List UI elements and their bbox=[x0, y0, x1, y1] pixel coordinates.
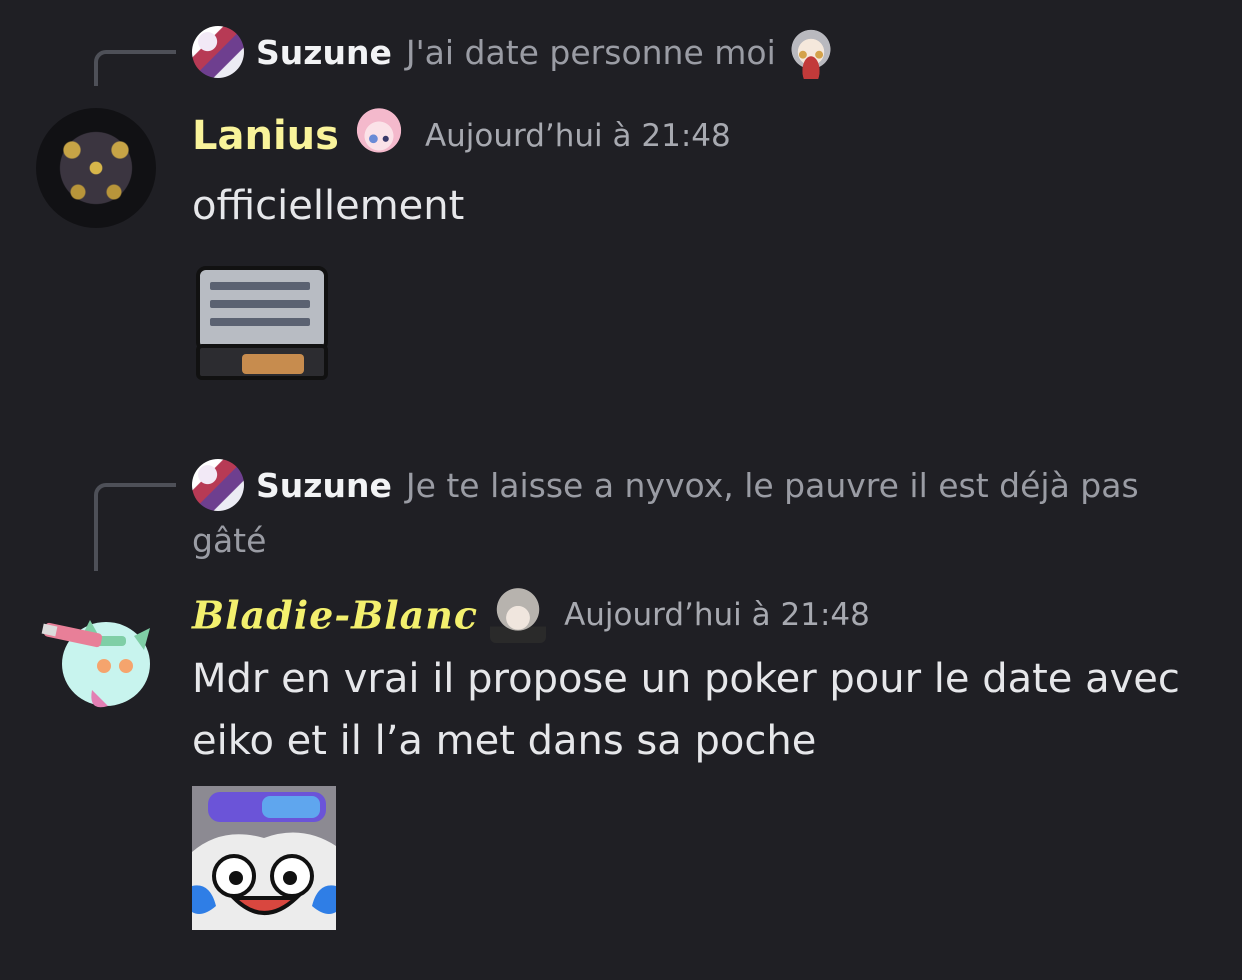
author-name[interactable]: Bladie-Blanc bbox=[192, 593, 478, 638]
custom-emoji[interactable] bbox=[783, 24, 838, 79]
reply-preview[interactable]: Suzune Je te laisse a nyvox, le pauvre il… bbox=[192, 458, 1202, 568]
notepad-hand bbox=[242, 354, 304, 374]
user-avatar[interactable] bbox=[36, 594, 156, 714]
notepad-sticker[interactable] bbox=[192, 262, 336, 382]
reply-author-name[interactable]: Suzune bbox=[256, 33, 392, 72]
notepad-line bbox=[210, 318, 310, 326]
reply-connector bbox=[94, 50, 176, 86]
laughing-face-sticker[interactable] bbox=[192, 786, 336, 930]
user-avatar[interactable] bbox=[36, 108, 156, 228]
message-content: Mdr en vrai il propose un poker pour le … bbox=[192, 656, 1180, 764]
chat-log: Suzune J'ai date personne moi Lanius Aujou… bbox=[0, 0, 1242, 980]
message-header: Bladie-Blanc Aujourd’hui à 21:48 bbox=[192, 587, 870, 643]
reply-author-avatar[interactable] bbox=[192, 458, 244, 511]
message-header: Lanius Aujourd’hui à 21:48 bbox=[192, 108, 731, 164]
notepad-line bbox=[210, 282, 310, 290]
role-icon[interactable] bbox=[350, 108, 407, 164]
reply-author-avatar[interactable] bbox=[192, 25, 244, 78]
author-name[interactable]: Lanius bbox=[192, 113, 339, 159]
notepad-paper bbox=[196, 266, 328, 352]
reply-author-name[interactable]: Suzune bbox=[256, 466, 392, 505]
laughing-face-icon bbox=[192, 786, 336, 930]
timestamp[interactable]: Aujourd’hui à 21:48 bbox=[425, 118, 731, 154]
role-icon[interactable] bbox=[490, 587, 547, 643]
reply-preview[interactable]: Suzune J'ai date personne moi bbox=[192, 24, 1202, 82]
timestamp[interactable]: Aujourd’hui à 21:48 bbox=[564, 597, 870, 633]
notepad-line bbox=[210, 300, 310, 308]
reply-text[interactable]: J'ai date personne moi bbox=[406, 33, 776, 72]
message-content: officiellement bbox=[192, 183, 465, 229]
reply-connector bbox=[94, 483, 176, 571]
ghost-avatar-icon bbox=[41, 620, 150, 708]
